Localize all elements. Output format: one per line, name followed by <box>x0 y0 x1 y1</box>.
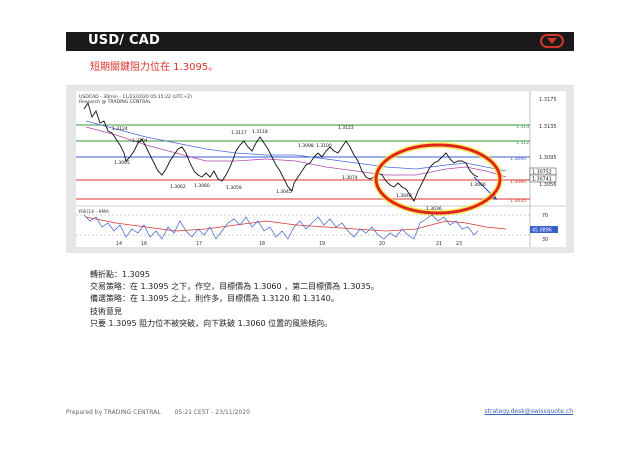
level-label-13060: 1.3060 <box>510 179 526 185</box>
swing-label: 1.3098 <box>298 143 314 149</box>
analysis-block: 轉折點：1.3095 交易策略：在 1.3095 之下，作空，目標價為 1.30… <box>90 269 379 330</box>
x-label: 16 <box>141 241 147 247</box>
price-chart: USDCAD - 30min - 11/23/2020 05:15:22 (UT… <box>76 91 566 247</box>
x-label: 19 <box>319 241 325 247</box>
x-label: 17 <box>196 241 202 247</box>
key-resistance-headline: 短期關鍵阻力位在 1.3095。 <box>90 62 219 73</box>
swing-label: 1.3123 <box>338 125 354 131</box>
x-label: 18 <box>259 241 265 247</box>
swing-label: 1.3060 <box>194 183 210 189</box>
swing-label: 1.3100 <box>316 143 332 149</box>
last-price-1: 1.30752 <box>532 170 552 176</box>
level-label-1314: 1.314 <box>516 124 529 130</box>
level-label-13095: 1.3095 <box>510 156 526 162</box>
swing-label: 1.3062 <box>170 184 186 190</box>
last-price-2: 1.30741 <box>532 177 552 183</box>
x-label: 20 <box>379 241 385 247</box>
technical-comment-text: 只要 1.3095 阻力位不被突破，向下跌破 1.3060 位置的風險傾向。 <box>90 318 333 328</box>
currency-pair-title: USD/ CAD <box>88 33 160 48</box>
x-label: 21 <box>436 241 442 247</box>
rsi-tick-30: 30 <box>542 237 548 243</box>
swing-label: 1.3124 <box>112 126 128 132</box>
report-timestamp: 05:21 CEST - 23/11/2020 <box>174 409 250 416</box>
x-label: 23 <box>456 241 462 247</box>
footer-prepared-by: Prepared by TRADING CENTRAL 05:21 CEST - … <box>66 409 250 416</box>
swing-label: 1.3104 <box>132 138 148 144</box>
price-tick-2: 1.3135 <box>539 124 557 130</box>
swing-label: 1.3095 <box>114 160 130 166</box>
prepared-by-text: Prepared by TRADING CENTRAL <box>66 409 161 416</box>
swing-label: 1.3066 <box>470 182 486 188</box>
swing-label: 1.3118 <box>252 129 268 135</box>
trading-strategy-text: 交易策略：在 1.3095 之下，作空，目標價為 1.3060 ，第二目標價為 … <box>90 282 379 292</box>
swing-label: 1.3036 <box>426 206 442 212</box>
swing-label: 1.3048 <box>396 193 412 199</box>
collapse-toggle-button[interactable] <box>540 34 564 48</box>
technical-comment-title: 技術意見 <box>90 306 122 316</box>
price-tick-1: 1.3175 <box>539 97 557 103</box>
level-label-1312: 1.312 <box>516 140 529 146</box>
chevron-down-icon <box>547 38 557 44</box>
rsi-value: 45.0896 <box>532 228 552 234</box>
swing-label: 1.3059 <box>226 185 242 191</box>
price-tick-4: 1.3056 <box>539 182 557 188</box>
contact-email-link[interactable]: strategy.desk@swissquote.ch <box>485 408 573 415</box>
swing-label: 1.3074 <box>342 175 358 181</box>
level-label-13035: 1.3035 <box>510 198 526 204</box>
chart-source-line: Research @ TRADING CENTRAL <box>79 99 151 105</box>
pivot-point-text: 轉折點：1.3095 <box>90 270 150 279</box>
x-label: 14 <box>116 241 122 247</box>
rsi-label: RSI(14 - 9MA <box>79 209 110 215</box>
usdcad-chart-svg: USDCAD - 30min - 11/23/2020 05:15:22 (UT… <box>76 91 566 247</box>
chart-frame: USDCAD - 30min - 11/23/2020 05:15:22 (UT… <box>66 85 574 253</box>
price-tick-3: 1.3095 <box>539 155 557 161</box>
swing-label: 1.3117 <box>231 130 247 136</box>
swing-label: 1.3045 <box>276 189 292 195</box>
alternative-strategy-text: 備選策略：在 1.3095 之上，則作多，目標價為 1.3120 和 1.314… <box>90 294 339 304</box>
rsi-tick-70: 70 <box>542 213 548 219</box>
section-header: USD/ CAD <box>66 32 574 51</box>
